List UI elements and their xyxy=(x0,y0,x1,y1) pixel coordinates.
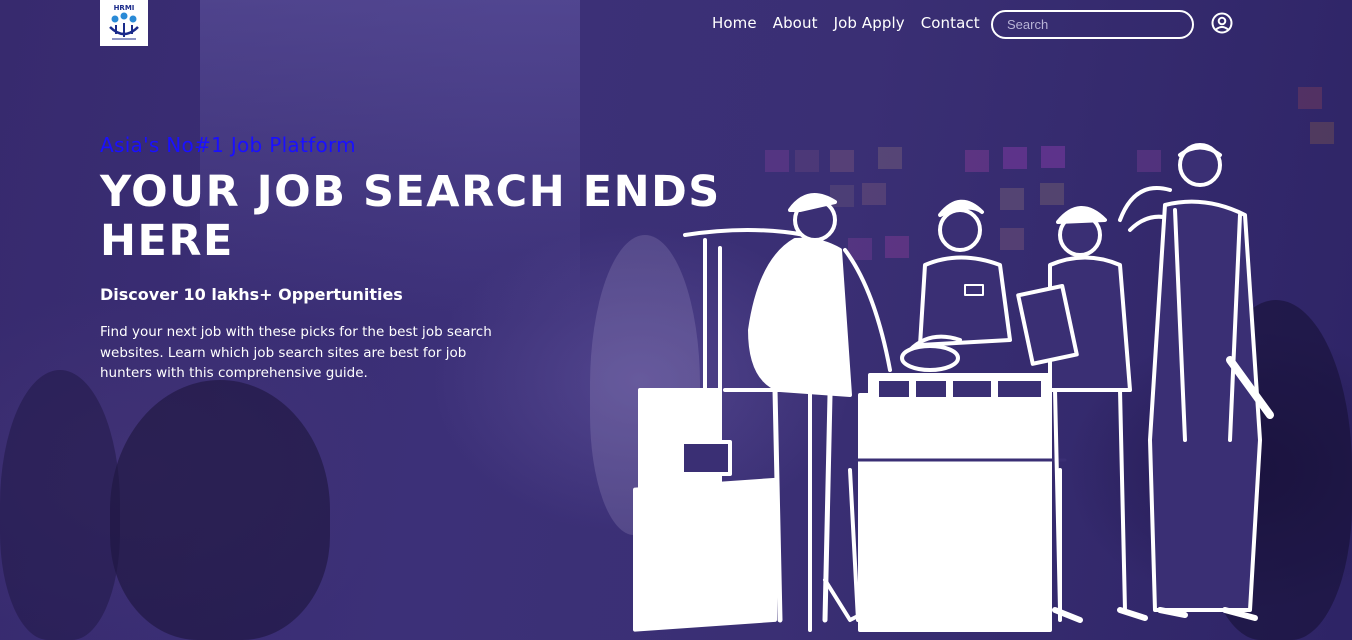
workers-illustration xyxy=(633,143,1274,632)
search-input[interactable] xyxy=(991,10,1194,39)
brand-logo[interactable]: HRMI xyxy=(100,0,148,46)
hero-subheading: Discover 10 lakhs+ Oppertunities xyxy=(100,285,403,304)
background-person xyxy=(0,370,120,640)
background-window-glow xyxy=(200,0,580,320)
hero-tagline: Asia's No#1 Job Platform xyxy=(100,133,356,157)
sticky-note xyxy=(1298,87,1322,109)
hrmi-logo-icon: HRMI xyxy=(109,4,139,40)
svg-text:HRMI: HRMI xyxy=(114,4,135,12)
nav-job-apply-link[interactable]: Job Apply xyxy=(834,10,905,36)
nav-contact-link[interactable]: Contact xyxy=(921,10,980,36)
main-nav: Home About Job Apply Contact xyxy=(712,10,996,36)
background-person xyxy=(110,380,330,640)
user-circle-icon[interactable] xyxy=(1211,12,1233,34)
sticky-note xyxy=(1310,122,1334,144)
nav-about-link[interactable]: About xyxy=(773,10,818,36)
hero-description: Find your next job with these picks for … xyxy=(100,324,492,381)
nav-home-link[interactable]: Home xyxy=(712,10,757,36)
